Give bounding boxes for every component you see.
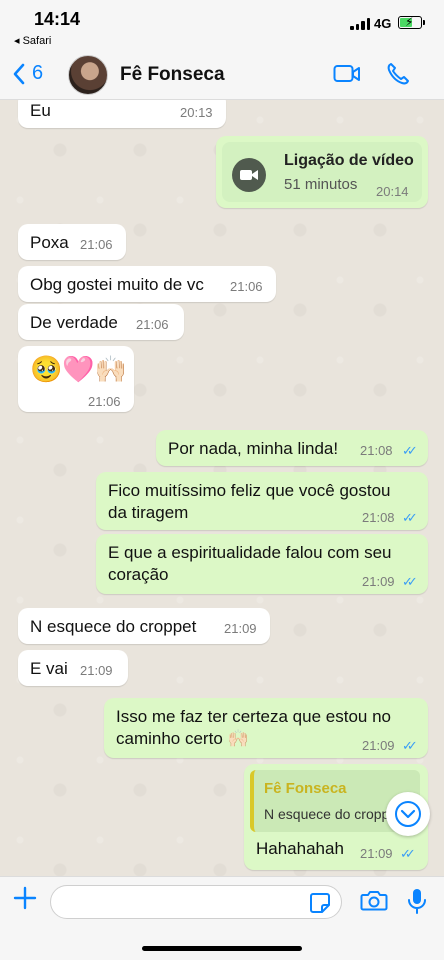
message-text-line1: Isso me faz ter certeza que estou no [116,707,391,726]
message-time: 21:08 [360,443,393,458]
message-text-line2: caminho certo 🙌🏻 [116,729,249,748]
message-time: 21:06 [80,237,113,252]
message-incoming[interactable]: E vai 21:09 [18,650,128,686]
video-call-button[interactable] [333,63,361,90]
video-call-icon [232,158,266,192]
camera-button[interactable] [360,888,388,917]
microphone-icon [408,889,426,914]
message-incoming[interactable]: De verdade 21:06 [18,304,184,340]
status-bar: 14:14 ◂ Safari 4G ⚡ [0,0,444,50]
message-time: 21:09 [362,738,395,753]
read-ticks-icon: ✓✓ [402,510,418,525]
message-text-line1: Fico muitíssimo feliz que você gostou [108,481,391,500]
back-button[interactable]: 6 [12,62,43,85]
status-time: 14:14 [34,9,81,29]
message-incoming[interactable]: Eu 20:13 [18,100,226,128]
message-time: 21:09 [224,621,257,636]
video-call-card[interactable]: Ligação de vídeo 51 minutos 20:14 [222,142,422,202]
message-time: 21:09 [80,663,113,678]
message-time: 21:08 [362,510,395,525]
sticker-button[interactable] [309,892,331,919]
message-time: 20:14 [376,184,409,199]
message-text: N esquece do croppet [30,617,197,636]
message-text: E vai [30,659,68,678]
message-text-line2: coração [108,565,169,584]
message-outgoing[interactable]: E que a espiritualidade falou com seu co… [96,534,428,594]
plus-icon [13,886,37,910]
scroll-to-bottom-button[interactable] [386,792,430,836]
message-text-line1: E que a espiritualidade falou com seu [108,543,392,562]
read-ticks-icon: ✓✓ [400,846,416,861]
read-ticks-icon: ✓✓ [402,738,418,753]
message-incoming[interactable]: N esquece do croppet 21:09 [18,608,270,644]
message-input[interactable] [50,885,342,919]
message-time: 20:13 [180,105,213,120]
chat-header: 6 Fê Fonseca [0,50,444,100]
message-time: 21:06 [88,394,121,409]
message-text: Obg gostei muito de vc [30,275,204,294]
message-text: Poxa [30,233,69,252]
message-text: Por nada, minha linda! [168,439,339,458]
contact-name[interactable]: Fê Fonseca [120,64,225,86]
message-time: 21:06 [136,317,169,332]
message-text: Eu [30,101,51,120]
message-outgoing-call[interactable]: Ligação de vídeo 51 minutos 20:14 [216,136,428,208]
message-incoming[interactable]: Obg gostei muito de vc 21:06 [18,266,276,302]
message-outgoing[interactable]: Isso me faz ter certeza que estou no cam… [104,698,428,758]
avatar[interactable] [68,55,108,95]
message-time: 21:06 [230,279,263,294]
message-text-line2: da tiragem [108,503,189,522]
quoted-text: N esquece do croppet [264,806,401,822]
network-type: 4G [374,16,392,31]
camera-icon [360,891,388,911]
call-title: Ligação de vídeo [284,152,414,169]
read-ticks-icon: ✓✓ [402,443,418,458]
home-indicator[interactable] [142,946,302,951]
composer-bar [0,876,444,960]
read-ticks-icon: ✓✓ [402,574,418,589]
unread-count: 6 [32,62,44,84]
back-to-safari-link[interactable]: ◂ Safari [14,34,51,47]
message-emoji: 🥹🩷🙌🏻 [30,354,128,384]
message-list[interactable]: Eu 20:13 Ligação de vídeo 51 minutos 20:… [0,100,444,876]
message-outgoing[interactable]: Fico muitíssimo feliz que você gostou da… [96,472,428,530]
battery-icon: ⚡ [398,15,425,29]
message-incoming[interactable]: Poxa 21:06 [18,224,126,260]
message-outgoing[interactable]: Por nada, minha linda! 21:08 ✓✓ [156,430,428,466]
call-duration: 51 minutos [284,176,358,193]
chevron-down-icon [395,801,421,827]
chevron-left-icon [13,63,25,84]
message-text: Hahahahah [256,839,344,858]
video-camera-icon [333,65,360,82]
voice-call-button[interactable] [386,62,410,91]
quoted-author: Fê Fonseca [264,780,347,797]
message-time: 21:09 [362,574,395,589]
phone-icon [387,63,409,85]
message-incoming-emoji[interactable]: 🥹🩷🙌🏻 21:06 [18,346,134,412]
sticker-icon [310,893,330,913]
message-text: De verdade [30,313,118,332]
voice-note-button[interactable] [406,887,428,920]
attach-button[interactable] [12,885,38,916]
message-time: 21:09 [360,846,393,861]
signal-icon [350,18,370,30]
